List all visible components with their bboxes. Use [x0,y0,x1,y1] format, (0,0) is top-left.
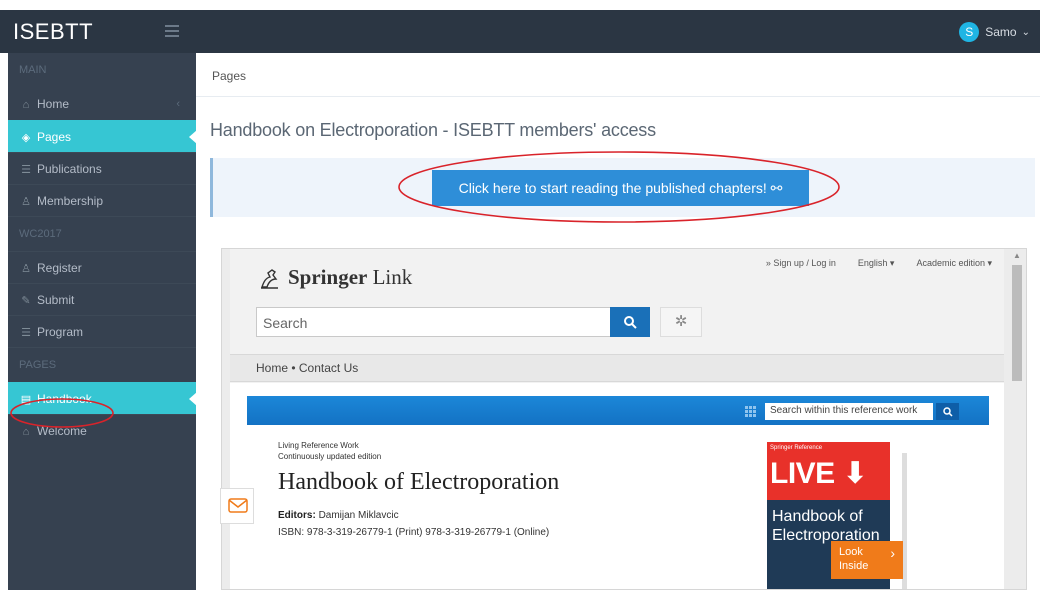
springer-page: Springer Link » Sign up / Log in English… [230,249,1004,589]
cover-header: Springer Reference LIVE ⬇ [767,442,890,500]
chevron-right-icon: › [890,545,895,561]
editors-label: Editors: [278,510,316,521]
breadcrumb[interactable]: Pages [212,69,246,83]
sign-up-link[interactable]: » Sign up / Log in [766,258,836,269]
springer-content: Search within this reference work Living… [230,383,1004,589]
scroll-up-icon[interactable]: ▲ [1013,251,1021,260]
mail-icon [228,498,248,513]
springer-search-input[interactable]: Search [256,307,611,337]
work-type: Living Reference Work [278,441,359,450]
search-within-button[interactable] [936,403,959,420]
annotation-ellipse [10,398,114,428]
username[interactable]: Samo [985,25,1016,39]
sidebar-item-register[interactable]: ♙ Register [8,251,196,283]
sidebar-item-label: Submit [37,293,75,307]
avatar[interactable]: S [959,22,980,42]
book-title: Handbook of Electroporation [278,469,560,495]
feedback-tab[interactable] [220,488,254,524]
sidebar-item-label: Home [37,97,70,111]
sidebar-section-pages: PAGES [8,347,196,382]
sidebar-item-label: Publications [37,162,102,176]
cover-live: LIVE ⬇ [770,456,868,491]
menu-toggle-icon[interactable] [165,25,179,37]
reference-search-bar: Search within this reference work [247,396,989,425]
gear-icon[interactable]: ✲ [660,307,702,337]
look-inside-button[interactable]: Look Inside › [831,541,903,579]
chevron-down-icon[interactable]: ⌄ [1022,27,1030,38]
isbn: ISBN: 978-3-319-26779-1 (Print) 978-3-31… [278,527,550,538]
cover-body: Handbook of Electroporation Look Inside … [767,500,903,589]
sidebar-item-program[interactable]: ☰ Program [8,315,196,347]
sidebar: MAIN ⌂ Home ‹ ◈ Pages ☰ Publications ♙ Membe… [8,53,197,590]
springer-horse-icon [261,268,278,289]
sidebar-item-label: Pages [37,130,72,144]
language-select[interactable]: English ▾ [858,258,895,269]
springer-search-button[interactable] [610,307,650,337]
layers-icon: ◈ [21,132,31,144]
sidebar-item-pages[interactable]: ◈ Pages [8,120,197,152]
look-inside-label1: Look [839,546,863,558]
users-icon: ♙ [21,196,31,208]
user-menu[interactable]: S Samo ⌄ [959,21,1030,43]
sidebar-item-label: Program [37,325,84,339]
sidebar-section-main: MAIN [19,64,47,76]
sidebar-item-membership[interactable]: ♙ Membership [8,184,196,216]
editors-line: Editors: Damijan Miklavcic [278,510,399,521]
editor-link[interactable]: Damijan Miklavcic [319,510,399,521]
breadcrumb-bar: Pages [196,53,1040,97]
grid-icon [745,406,756,417]
book-cover[interactable]: Springer Reference LIVE ⬇ Handbook of El… [767,442,907,589]
edit-icon: ✎ [21,295,31,307]
cover-title-line1: Handbook of [772,508,863,525]
sidebar-item-submit[interactable]: ✎ Submit [8,283,196,315]
logo-light: Link [372,265,413,289]
scrollbar[interactable]: ▲ [1008,249,1026,589]
annotation-ellipse [398,151,840,223]
edition-select[interactable]: Academic edition ▾ [916,258,992,269]
chevron-left-icon: ‹ [176,98,180,110]
sidebar-item-label: Register [37,261,82,275]
sidebar-section-wc2017: WC2017 [8,216,196,251]
search-within-input[interactable]: Search within this reference work [765,403,933,420]
brand-logo[interactable]: ISEBTT [13,19,93,45]
sidebar-item-home[interactable]: ⌂ Home ‹ [8,88,196,120]
list-icon: ☰ [21,327,31,339]
page-title: Handbook on Electroporation - ISEBTT mem… [210,120,656,140]
embedded-preview[interactable]: Springer Link » Sign up / Log in English… [221,248,1027,590]
sidebar-item-label: Membership [37,194,104,208]
download-arrow-icon: ⬇ [842,457,868,490]
logo-bold: Springer [288,265,368,289]
cover-series: Springer Reference [770,445,823,451]
look-inside-label2: Inside [839,560,869,572]
list-icon: ☰ [21,164,31,176]
springer-nav[interactable]: Home • Contact Us [230,354,1004,382]
sidebar-item-publications[interactable]: ☰ Publications [8,152,196,184]
user-icon: ♙ [21,263,31,275]
top-bar: ISEBTT S Samo ⌄ [0,10,1040,53]
scroll-thumb[interactable] [1012,265,1022,381]
springer-top-links: » Sign up / Log in English ▾ Academic ed… [766,258,992,269]
brand[interactable]: ISEBTT [0,10,196,53]
home-icon: ⌂ [22,99,30,111]
search-icon [624,316,637,329]
springer-logo[interactable]: Springer Link [258,265,412,290]
cover-live-text: LIVE [770,457,835,490]
edition-note: Continuously updated edition [278,452,382,461]
search-icon [942,407,953,417]
